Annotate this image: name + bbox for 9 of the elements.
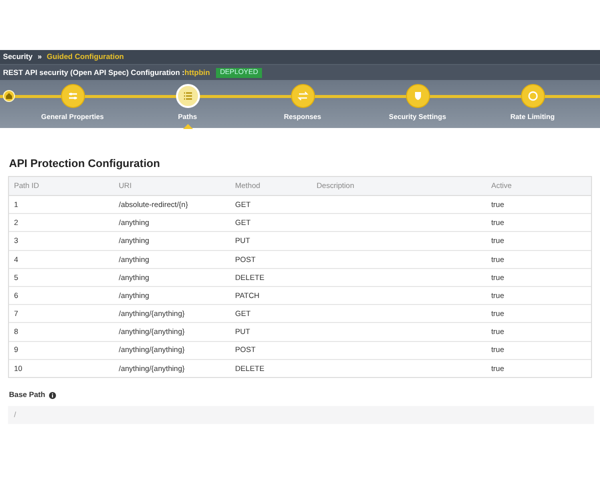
sliders-icon [66, 90, 78, 102]
info-icon[interactable] [49, 392, 56, 398]
arrows-icon [296, 90, 308, 102]
home-button[interactable] [3, 90, 15, 102]
section-title: API Protection Configuration [9, 157, 161, 172]
house-icon [6, 93, 12, 99]
list-icon [182, 90, 194, 102]
active-step-pointer [182, 124, 192, 129]
circle-icon [526, 90, 538, 102]
